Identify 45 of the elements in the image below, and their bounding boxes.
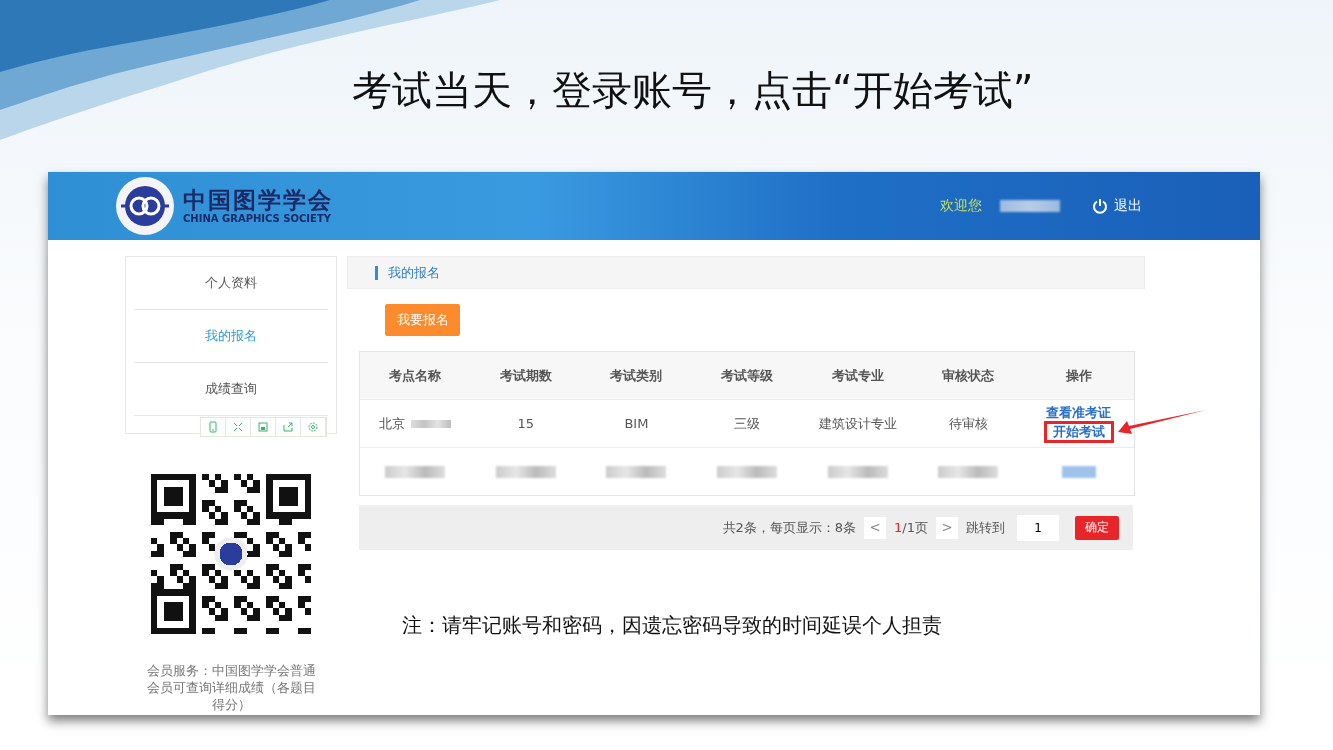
logo-name: 中国图学学会 [183, 187, 333, 213]
welcome-text: 欢迎您 [940, 197, 982, 215]
section-marker [375, 265, 378, 280]
table-cell: 三级 [734, 414, 760, 433]
sidebar-item[interactable]: 我的报名 [134, 310, 328, 363]
blurred-text [717, 465, 777, 478]
page-input[interactable]: 1 [1017, 514, 1059, 541]
column-header: 考试期数 [498, 366, 553, 385]
table-cell: 15 [517, 416, 535, 431]
current-page: 1 [894, 519, 903, 535]
slide-title: 考试当天，登录账号，点击“开始考试” [352, 66, 1034, 115]
next-page-button[interactable]: > [936, 516, 958, 539]
blurred-text [385, 465, 446, 478]
table-cell: 待审核 [948, 414, 988, 433]
sidebar-item[interactable]: 个人资料 [134, 257, 328, 310]
column-header: 审核状态 [941, 366, 996, 385]
blurred-text [1061, 465, 1096, 478]
table-cell: BIM [624, 416, 649, 431]
member-service-note: 会员服务：中国图学学会普通会员可查询详细成绩（各题目得分） [145, 662, 317, 713]
blurred-text [938, 465, 999, 478]
action-link[interactable]: 开始考试 [1043, 420, 1114, 443]
society-emblem-icon [115, 176, 175, 236]
jump-label: 跳转到 [966, 518, 1005, 537]
column-header: 考试等级 [720, 366, 774, 385]
action-link[interactable]: 查看准考证 [1046, 404, 1112, 421]
confirm-button[interactable]: 确定 [1075, 515, 1119, 540]
blurred-text [827, 465, 888, 478]
logout-button[interactable]: 退出 [1092, 197, 1142, 215]
blurred-text [495, 465, 556, 478]
power-icon [1092, 198, 1108, 214]
table-cell: 北京 [379, 414, 452, 433]
total-pages: /1页 [902, 519, 928, 535]
column-header: 考点名称 [388, 366, 443, 385]
table-cell: 建筑设计专业 [818, 414, 897, 433]
sidebar-item[interactable]: 成绩查询 [134, 363, 328, 416]
note-text: 注：请牢记账号和密码，因遗忘密码导致的时间延误个人担责 [402, 612, 943, 639]
column-header: 操作 [1064, 366, 1093, 385]
previous-page-button[interactable]: < [864, 516, 887, 539]
blurred-username [1000, 200, 1060, 212]
column-header: 考试类别 [609, 366, 664, 385]
blurred-text [606, 465, 667, 478]
logo-subtitle: CHINA GRAPHICS SOCIETY [183, 213, 332, 225]
pagination-summary: 共2条，每页显示：8条 [722, 518, 857, 537]
column-header: 考试专业 [830, 366, 885, 385]
section-title: 我的报名 [388, 263, 440, 282]
